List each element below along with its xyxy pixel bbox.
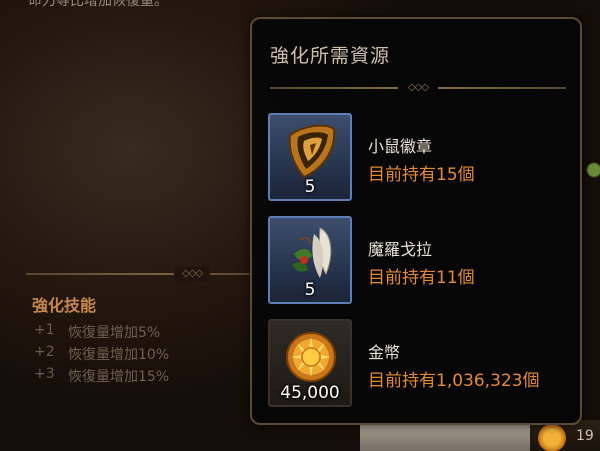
enhance-skill-list: +1 恢復量增加5% +2 恢復量增加10% +3 恢復量增加15% <box>34 322 169 388</box>
item-owned-count: 目前持有1,036,323個 <box>368 371 540 391</box>
item-owned-count: 目前持有15個 <box>368 165 475 185</box>
gold-coin-icon <box>286 332 336 382</box>
resource-item[interactable]: 45,000 金幣 目前持有1,036,323個 <box>268 319 568 411</box>
skill-level: +2 <box>34 344 55 360</box>
divider-ornament-icon: ◇◇◇ <box>174 267 210 281</box>
skill-desc: 恢復量增加5% <box>68 325 161 341</box>
currency-value: 19 <box>576 428 594 444</box>
gold-coin-icon <box>538 424 566 451</box>
skill-row: +1 恢復量增加5% <box>34 322 169 344</box>
resource-item[interactable]: 5 小鼠徽章 目前持有15個 <box>268 113 568 205</box>
background-decoration <box>580 140 600 200</box>
item-name: 小鼠徽章 <box>368 137 433 156</box>
item-name: 魔羅戈拉 <box>368 240 433 259</box>
popup-divider: ◇◇◇ <box>270 81 566 95</box>
skill-row: +2 恢復量增加10% <box>34 344 169 366</box>
enhance-skill-title: 強化技能 <box>32 296 97 315</box>
item-quantity: 5 <box>304 280 316 300</box>
skill-description-text: 命力等比增加恢復量。 <box>28 0 168 9</box>
item-slot[interactable]: 5 <box>268 113 352 201</box>
item-quantity: 45,000 <box>280 383 340 403</box>
skill-desc: 恢復量增加10% <box>68 347 170 363</box>
item-slot[interactable]: 5 <box>268 216 352 304</box>
background-character-fur <box>360 424 530 451</box>
popup-title: 強化所需資源 <box>270 45 391 67</box>
left-divider: ◇◇◇ <box>26 267 251 281</box>
skill-row: +3 恢復量增加15% <box>34 366 169 388</box>
game-screen: 命力等比增加恢復量。 ◇◇◇ 強化技能 +1 恢復量增加5% +2 恢復量增加1… <box>0 0 600 451</box>
required-resources-popup: 強化所需資源 ◇◇◇ 5 小鼠徽章 目前持有15個 5 魔羅戈拉 目前持有11個… <box>250 17 582 425</box>
skill-desc: 恢復量增加15% <box>68 369 170 385</box>
item-quantity: 5 <box>304 177 316 197</box>
divider-ornament-icon: ◇◇◇ <box>398 81 438 95</box>
feather-herb-icon <box>292 227 332 278</box>
item-name: 金幣 <box>368 343 401 362</box>
resource-item[interactable]: 5 魔羅戈拉 目前持有11個 <box>268 216 568 308</box>
item-owned-count: 目前持有11個 <box>368 268 475 288</box>
skill-level: +1 <box>34 322 55 338</box>
item-slot[interactable]: 45,000 <box>268 319 352 407</box>
skill-level: +3 <box>34 366 55 382</box>
mouse-badge-icon <box>288 124 336 179</box>
